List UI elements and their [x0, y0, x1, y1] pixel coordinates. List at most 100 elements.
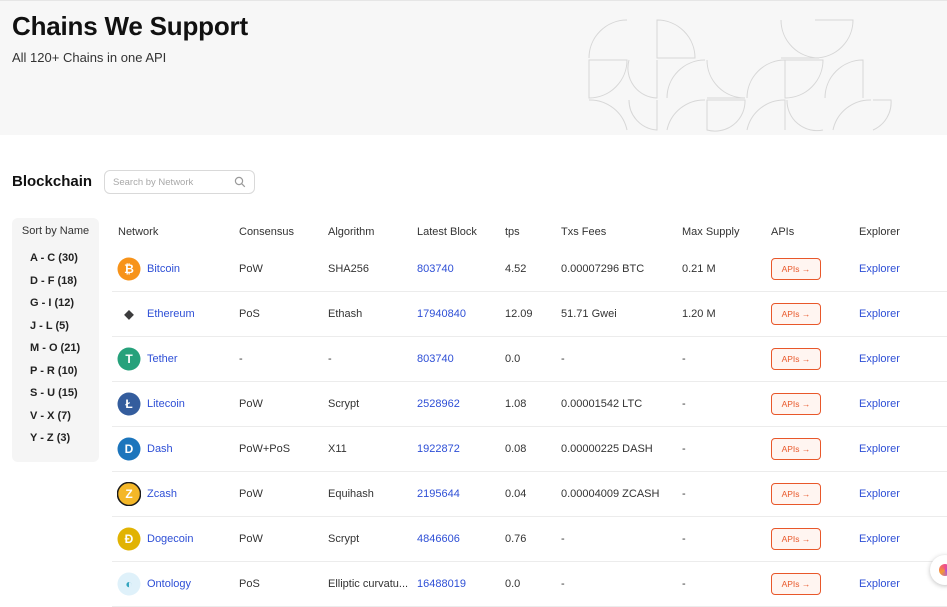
column-header-apis: APIs [771, 226, 795, 238]
sort-item[interactable]: G - I (12) [30, 297, 74, 309]
tps-value: 0.0 [505, 353, 521, 365]
algorithm-value: Scrypt [328, 398, 360, 410]
max-supply-value: - [682, 578, 686, 590]
tps-value: 0.76 [505, 533, 527, 545]
hero-banner: Chains We Support All 120+ Chains in one… [0, 0, 947, 135]
column-header-explorer: Explorer [859, 226, 900, 238]
svg-text:T: T [125, 352, 133, 366]
column-header-latest-block: Latest Block [417, 226, 477, 238]
search-icon[interactable] [234, 176, 246, 188]
explorer-link[interactable]: Explorer [859, 292, 900, 336]
tether-icon: T [117, 347, 141, 371]
algorithm-value: Equihash [328, 488, 374, 500]
network-link[interactable]: Tether [147, 337, 178, 381]
explorer-link[interactable]: Explorer [859, 562, 900, 606]
network-search[interactable] [104, 170, 255, 194]
sort-item[interactable]: S - U (15) [30, 387, 78, 399]
svg-text:₿: ₿ [124, 262, 134, 276]
tps-value: 1.08 [505, 398, 527, 410]
consensus-value: PoW+PoS [239, 443, 291, 455]
table-row: Ł Litecoin PoW Scrypt 2528962 1.08 0.000… [112, 382, 947, 427]
txs-fees-value: 0.00007296 BTC [561, 263, 645, 275]
apis-button[interactable]: APIs → [771, 393, 821, 415]
network-link[interactable]: Bitcoin [147, 247, 180, 291]
sort-heading: Sort by Name [21, 225, 90, 237]
column-header-consensus: Consensus [239, 226, 295, 238]
txs-fees-value: 0.00000225 DASH [561, 443, 653, 455]
sort-item[interactable]: V - X (7) [30, 410, 71, 422]
tps-value: 4.52 [505, 263, 527, 275]
consensus-value: PoW [239, 398, 263, 410]
table-row: Z Zcash PoW Equihash 2195644 0.04 0.0000… [112, 472, 947, 517]
apis-button[interactable]: APIs → [771, 573, 821, 595]
latest-block-link[interactable]: 2195644 [417, 472, 460, 516]
sort-item[interactable]: Y - Z (3) [30, 432, 70, 444]
svg-text:D: D [125, 442, 134, 456]
column-header-network: Network [118, 226, 159, 238]
tps-value: 0.04 [505, 488, 527, 500]
table-row: D Dash PoW+PoS X11 1922872 0.08 0.000002… [112, 427, 947, 472]
sort-item[interactable]: D - F (18) [30, 275, 77, 287]
litecoin-icon: Ł [117, 392, 141, 416]
txs-fees-value: - [561, 353, 565, 365]
algorithm-value: SHA256 [328, 263, 369, 275]
explorer-link[interactable]: Explorer [859, 382, 900, 426]
apis-button[interactable]: APIs → [771, 483, 821, 505]
txs-fees-value: 0.00001542 LTC [561, 398, 643, 410]
txs-fees-value: 51.71 Gwei [561, 308, 617, 320]
consensus-value: PoW [239, 533, 263, 545]
consensus-value: PoS [239, 578, 260, 590]
network-link[interactable]: Dogecoin [147, 517, 193, 561]
explorer-link[interactable]: Explorer [859, 247, 900, 291]
ontology-icon: ◐ [117, 572, 141, 596]
table-row: ◆ Ethereum PoS Ethash 17940840 12.09 51.… [112, 292, 947, 337]
apis-button[interactable]: APIs → [771, 528, 821, 550]
ethereum-icon: ◆ [117, 302, 141, 326]
decorative-pattern [588, 19, 892, 132]
apis-button[interactable]: APIs → [771, 303, 821, 325]
latest-block-link[interactable]: 16488019 [417, 562, 466, 606]
table-row: T Tether - - 803740 0.0 - - APIs → Explo… [112, 337, 947, 382]
sort-item[interactable]: M - O (21) [30, 342, 80, 354]
tps-value: 0.08 [505, 443, 527, 455]
apis-button[interactable]: APIs → [771, 348, 821, 370]
svg-text:◐: ◐ [125, 577, 132, 591]
chat-icon [939, 564, 947, 576]
sort-item[interactable]: A - C (30) [30, 252, 78, 264]
network-link[interactable]: Ontology [147, 562, 191, 606]
search-input[interactable] [113, 175, 231, 190]
latest-block-link[interactable]: 803740 [417, 337, 454, 381]
section-title: Blockchain [12, 173, 93, 190]
tps-value: 0.0 [505, 578, 521, 590]
sort-item[interactable]: P - R (10) [30, 365, 77, 377]
explorer-link[interactable]: Explorer [859, 517, 900, 561]
sort-item[interactable]: J - L (5) [30, 320, 69, 332]
svg-text:Ł: Ł [125, 397, 132, 411]
network-link[interactable]: Dash [147, 427, 173, 471]
latest-block-link[interactable]: 1922872 [417, 427, 460, 471]
latest-block-link[interactable]: 17940840 [417, 292, 466, 336]
latest-block-link[interactable]: 803740 [417, 247, 454, 291]
apis-button[interactable]: APIs → [771, 258, 821, 280]
apis-button[interactable]: APIs → [771, 438, 821, 460]
explorer-link[interactable]: Explorer [859, 337, 900, 381]
algorithm-value: Ethash [328, 308, 363, 320]
latest-block-link[interactable]: 4846606 [417, 517, 460, 561]
table-row: ◐ Ontology PoS Elliptic curvatu... 16488… [112, 562, 947, 607]
network-link[interactable]: Ethereum [147, 292, 195, 336]
max-supply-value: - [682, 488, 686, 500]
consensus-value: PoW [239, 263, 263, 275]
algorithm-value: - [328, 353, 332, 365]
latest-block-link[interactable]: 2528962 [417, 382, 460, 426]
max-supply-value: - [682, 533, 686, 545]
tps-value: 12.09 [505, 308, 533, 320]
bitcoin-icon: ₿ [117, 257, 141, 281]
network-link[interactable]: Zcash [147, 472, 177, 516]
table-row: ₿ Bitcoin PoW SHA256 803740 4.52 0.00007… [112, 247, 947, 292]
max-supply-value: 0.21 M [682, 263, 716, 275]
page-subtitle: All 120+ Chains in one API [12, 50, 167, 65]
explorer-link[interactable]: Explorer [859, 427, 900, 471]
explorer-link[interactable]: Explorer [859, 472, 900, 516]
network-link[interactable]: Litecoin [147, 382, 185, 426]
column-header-max-supply: Max Supply [682, 226, 740, 238]
